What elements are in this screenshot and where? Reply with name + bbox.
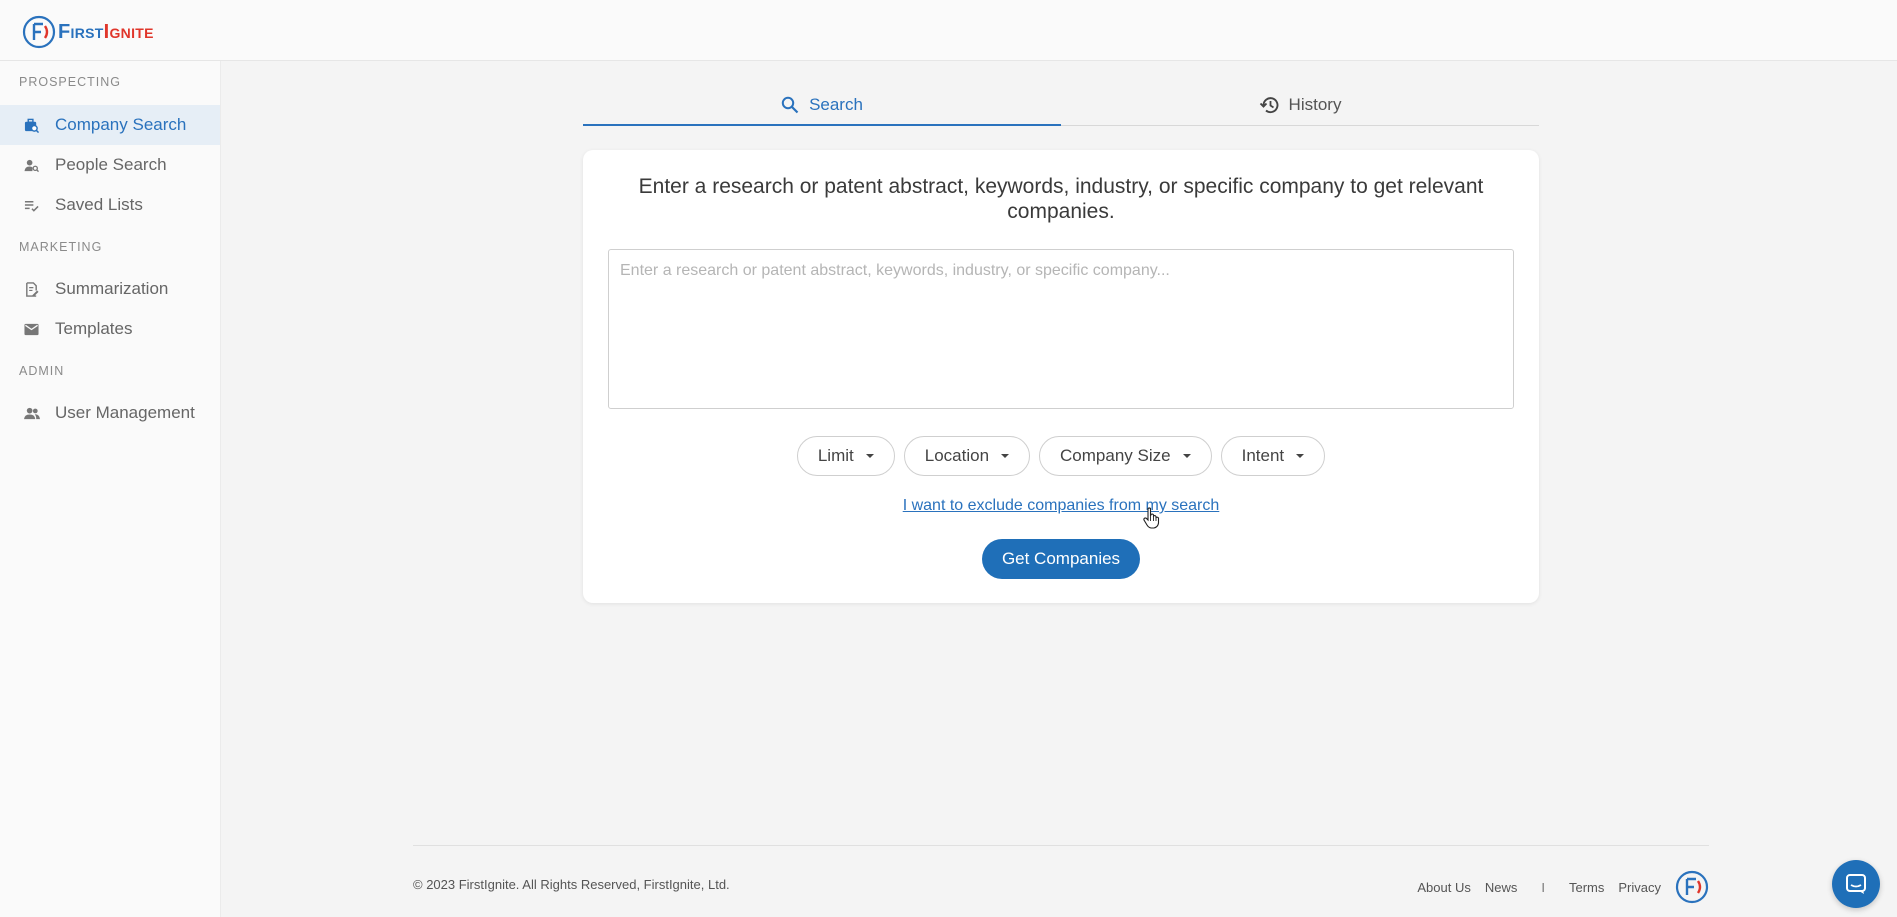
search-icon [781, 96, 799, 114]
caret-down-icon [1001, 454, 1010, 458]
sidebar-item-templates[interactable]: Templates [0, 309, 220, 349]
sidebar-item-label: Templates [55, 319, 133, 338]
footer-logo-icon[interactable] [1675, 870, 1709, 904]
footer-link-terms[interactable]: Terms [1569, 880, 1604, 895]
section-label-admin: ADMIN [19, 364, 65, 378]
search-card-title: Enter a research or patent abstract, key… [638, 175, 1484, 223]
get-companies-button[interactable]: Get Companies [982, 539, 1140, 579]
mail-icon [23, 321, 40, 338]
copyright-text: © 2023 FirstIgnite. All Rights Reserved,… [413, 877, 730, 892]
company-search-icon [23, 117, 40, 134]
chat-widget-button[interactable] [1832, 860, 1880, 908]
dropdown-label: Limit [817, 446, 854, 465]
sidebar-item-people-search[interactable]: People Search [0, 145, 220, 185]
sidebar-item-company-search[interactable]: Company Search [0, 105, 220, 145]
footer-separator: I [1541, 879, 1545, 895]
dropdown-label: Location [924, 446, 990, 465]
top-bar: FirstIgnite [0, 0, 1897, 61]
history-icon [1259, 96, 1279, 114]
intent-dropdown[interactable]: Intent [1220, 436, 1326, 476]
company-size-dropdown[interactable]: Company Size [1039, 436, 1212, 476]
filter-bar: Limit Location Company Size Intent [583, 436, 1539, 476]
sidebar-item-label: Saved Lists [55, 195, 143, 214]
search-card: Enter a research or patent abstract, key… [583, 150, 1539, 603]
sidebar-item-label: Company Search [55, 115, 187, 134]
users-icon [23, 405, 40, 422]
caret-down-icon [1182, 454, 1191, 458]
logo-mark-icon [22, 15, 56, 49]
sidebar-item-label: Summarization [55, 279, 169, 298]
limit-dropdown[interactable]: Limit [796, 436, 895, 476]
checklist-icon [23, 197, 40, 214]
caret-down-icon [1296, 454, 1305, 458]
exclude-companies-row: I want to exclude companies from my sear… [583, 497, 1539, 515]
sidebar-item-summarization[interactable]: Summarization [0, 269, 220, 309]
sidebar-item-label: User Management [55, 403, 195, 422]
location-dropdown[interactable]: Location [903, 436, 1031, 476]
tab-label: Search [809, 94, 863, 114]
sidebar-item-label: People Search [55, 155, 167, 174]
section-label-prospecting: PROSPECTING [19, 75, 121, 89]
footer-link-about-us[interactable]: About Us [1417, 880, 1470, 895]
caret-down-icon [865, 454, 874, 458]
edit-document-icon [23, 281, 40, 298]
hand-cursor-icon [1143, 507, 1160, 529]
search-tabs: Search History [583, 89, 1539, 126]
section-label-marketing: MARKETING [19, 240, 103, 254]
chat-icon [1846, 874, 1866, 894]
sidebar: PROSPECTING Company Search People Search… [0, 61, 221, 917]
footer-divider [413, 845, 1709, 846]
search-query-input[interactable] [608, 249, 1514, 409]
person-search-icon [23, 157, 40, 174]
logo-wordmark: FirstIgnite [58, 20, 154, 43]
footer-link-privacy[interactable]: Privacy [1618, 880, 1661, 895]
exclude-companies-link[interactable]: I want to exclude companies from my sear… [903, 497, 1220, 514]
sidebar-item-user-management[interactable]: User Management [0, 393, 220, 433]
sidebar-item-saved-lists[interactable]: Saved Lists [0, 185, 220, 225]
footer-link-news[interactable]: News [1485, 880, 1518, 895]
tab-search[interactable]: Search [583, 89, 1061, 126]
tab-label: History [1288, 95, 1342, 114]
tab-history[interactable]: History [1061, 89, 1539, 125]
dropdown-label: Company Size [1060, 446, 1171, 465]
firstignite-logo[interactable]: FirstIgnite [22, 15, 154, 49]
dropdown-label: Intent [1241, 446, 1285, 465]
footer-links: About Us News I Terms Privacy [1417, 870, 1709, 904]
